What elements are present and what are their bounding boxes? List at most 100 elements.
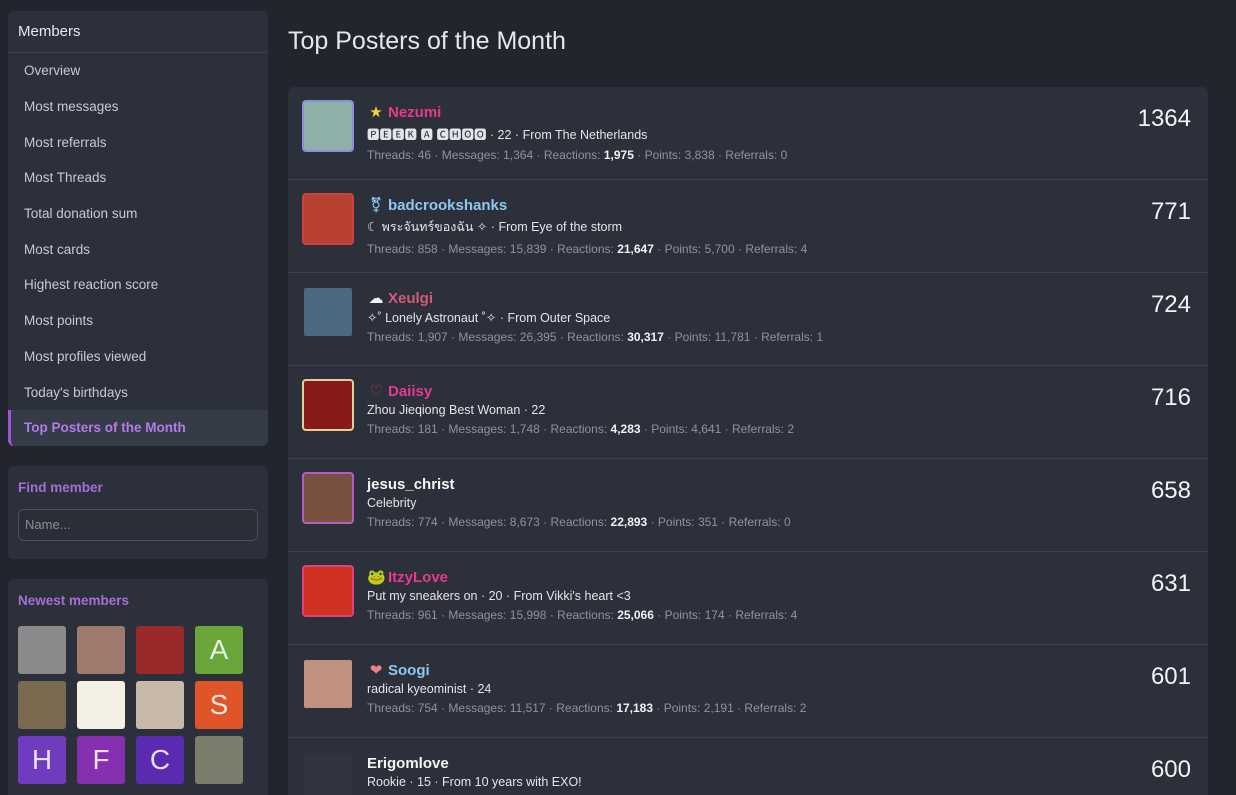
avatar[interactable]: [302, 658, 354, 710]
username-link[interactable]: badcrookshanks: [388, 197, 507, 214]
poster-row: ☁ Xeulgi ✧˚ Lonely Astronaut ˚✧ · From Out…: [288, 273, 1208, 366]
username-link[interactable]: Daiisy: [388, 383, 432, 400]
stat-label-threads: Threads:: [367, 422, 415, 436]
poster-row: jesus_christ Celebrity Threads: 774 · Mess…: [288, 459, 1208, 552]
stat-value-messages: 1,364: [503, 148, 534, 162]
stat-label-reactions: Reactions:: [557, 242, 614, 256]
user-stats: Threads: 46 · Messages: 1,364 · Reaction…: [367, 148, 788, 162]
sidebar-item-most-cards[interactable]: Most cards: [8, 231, 268, 267]
newest-members-block: Newest members AS HFC: [8, 578, 268, 795]
members-nav-list: Overview Most messages Most referrals Most …: [8, 53, 268, 446]
stat-label-threads: Threads:: [367, 515, 415, 529]
newest-member-avatar[interactable]: [18, 625, 66, 674]
stat-value-threads: 181: [417, 422, 438, 436]
poster-info: ★ Nezumi 🅿🅴🅴🅺 🅰 🅲🅷🅾🅾 · 22 · From The Nethe…: [367, 102, 1088, 163]
user-stats: Threads: 1,907 · Messages: 26,395 · Reac…: [367, 330, 824, 344]
user-title: Celebrity: [367, 496, 417, 510]
stat-value-points: 4,641: [691, 422, 722, 436]
stat-value-threads: 961: [417, 608, 438, 622]
stat-value-points: 2,191: [703, 701, 734, 715]
gender-icon: ⚧: [369, 197, 383, 214]
cloud-icon: ☁: [368, 290, 384, 307]
newest-member-avatar[interactable]: [136, 625, 184, 674]
sidebar-item-most-points[interactable]: Most points: [8, 303, 268, 339]
avatar[interactable]: [302, 751, 354, 795]
newest-member-avatar[interactable]: [136, 680, 184, 729]
username-link[interactable]: Xeulgi: [388, 290, 433, 307]
avatar[interactable]: [302, 472, 354, 524]
newest-member-avatar[interactable]: [195, 735, 243, 784]
stat-value-messages: 11,517: [509, 701, 546, 715]
user-stats: Threads: 858 · Messages: 15,839 · Reacti…: [367, 242, 808, 256]
sidebar-item-most-profiles-viewed[interactable]: Most profiles viewed: [8, 339, 268, 375]
poster-info: 🐸 ItzyLove Put my sneakers on · 20 · From …: [367, 567, 1088, 623]
avatar[interactable]: [302, 565, 354, 617]
top-posters-list: ★ Nezumi 🅿🅴🅴🅺 🅰 🅲🅷🅾🅾 · 22 · From The Nethe…: [288, 87, 1208, 795]
stat-value-referrals: 2: [799, 701, 807, 715]
user-title: 🅿🅴🅴🅺 🅰 🅲🅷🅾🅾 · 22 · From The Netherlands: [367, 128, 648, 142]
username-link[interactable]: ItzyLove: [388, 569, 448, 586]
stat-value-referrals: 1: [816, 330, 824, 344]
stat-label-messages: Messages:: [448, 422, 507, 436]
username-link[interactable]: Nezumi: [388, 104, 441, 121]
username-line: ☁ Xeulgi: [367, 288, 1088, 308]
stat-label-messages: Messages:: [448, 242, 507, 256]
stat-label-referrals: Referrals:: [761, 330, 814, 344]
username-line: Erigomlove: [367, 753, 1088, 773]
stat-value-threads: 46: [417, 148, 432, 162]
stat-value-referrals: 2: [787, 422, 795, 436]
newest-member-avatar[interactable]: S: [195, 680, 243, 729]
sidebar-item-overview[interactable]: Overview: [8, 53, 268, 89]
newest-member-avatar[interactable]: H: [18, 735, 66, 784]
username-link[interactable]: Soogi: [388, 662, 430, 679]
username-link[interactable]: jesus_christ: [367, 476, 455, 493]
stat-value-points: 174: [704, 608, 725, 622]
sidebar-item-today-s-birthdays[interactable]: Today's birthdays: [8, 374, 268, 410]
sidebar-item-most-messages[interactable]: Most messages: [8, 89, 268, 125]
stat-label-threads: Threads:: [367, 242, 415, 256]
post-count: 1364: [1137, 105, 1191, 132]
sidebar-item-highest-reaction-score[interactable]: Highest reaction score: [8, 267, 268, 303]
user-title: Put my sneakers on · 20 · From Vikki's h…: [367, 589, 631, 603]
stat-label-threads: Threads:: [367, 701, 415, 715]
username-line: 🐸 ItzyLove: [367, 567, 1088, 587]
heart-outline-icon: ♡: [369, 383, 383, 400]
find-member-input[interactable]: [18, 508, 258, 541]
avatar[interactable]: [302, 286, 354, 338]
username-line: jesus_christ: [367, 474, 1088, 494]
stat-label-points: Points:: [664, 242, 702, 256]
sidebar-item-most-threads[interactable]: Most Threads: [8, 160, 268, 196]
user-title: ✧˚ Lonely Astronaut ˚✧ · From Outer Spac…: [367, 311, 611, 325]
poster-info: ⚧ badcrookshanks ☾ พระจันทร์ของฉัน ✧ · Fro…: [367, 195, 1088, 257]
newest-member-avatar[interactable]: C: [136, 735, 184, 784]
stat-label-reactions: Reactions:: [550, 515, 608, 529]
newest-member-avatar[interactable]: [77, 625, 125, 674]
stat-value-messages: 8,673: [509, 515, 540, 529]
avatar[interactable]: [302, 193, 354, 245]
stat-value-reactions: 30,317: [627, 330, 664, 344]
sidebar-item-top-posters-of-the-month[interactable]: Top Posters of the Month: [8, 409, 268, 446]
stat-label-referrals: Referrals:: [731, 422, 784, 436]
stat-label-threads: Threads:: [367, 148, 415, 162]
sidebar-item-total-donation-sum[interactable]: Total donation sum: [8, 196, 268, 232]
avatar[interactable]: [302, 100, 354, 152]
avatar[interactable]: [302, 379, 354, 431]
newest-member-avatar[interactable]: F: [77, 735, 125, 784]
sidebar-item-most-referrals[interactable]: Most referrals: [8, 124, 268, 160]
newest-member-avatar[interactable]: A: [195, 625, 243, 674]
stat-label-points: Points:: [657, 515, 695, 529]
user-stats: Threads: 181 · Messages: 1,748 · Reactio…: [367, 422, 795, 436]
stat-value-threads: 1,907: [417, 330, 448, 344]
stat-value-threads: 774: [417, 515, 438, 529]
sidebar: Members Overview Most messages Most referr…: [8, 11, 268, 795]
poster-row: ♡ Daiisy Zhou Jieqiong Best Woman · 22 Thre…: [288, 366, 1208, 459]
username-link[interactable]: Erigomlove: [367, 755, 449, 772]
star-icon: ★: [369, 104, 383, 121]
page-title: Top Posters of the Month: [288, 27, 566, 55]
newest-member-avatar[interactable]: [77, 680, 125, 729]
newest-member-avatar[interactable]: [18, 680, 66, 729]
poster-row: Erigomlove Rookie · 15 · From 10 years wi…: [288, 738, 1208, 795]
stat-label-referrals: Referrals:: [744, 701, 797, 715]
stat-label-reactions: Reactions:: [557, 608, 614, 622]
stat-label-reactions: Reactions:: [567, 330, 624, 344]
